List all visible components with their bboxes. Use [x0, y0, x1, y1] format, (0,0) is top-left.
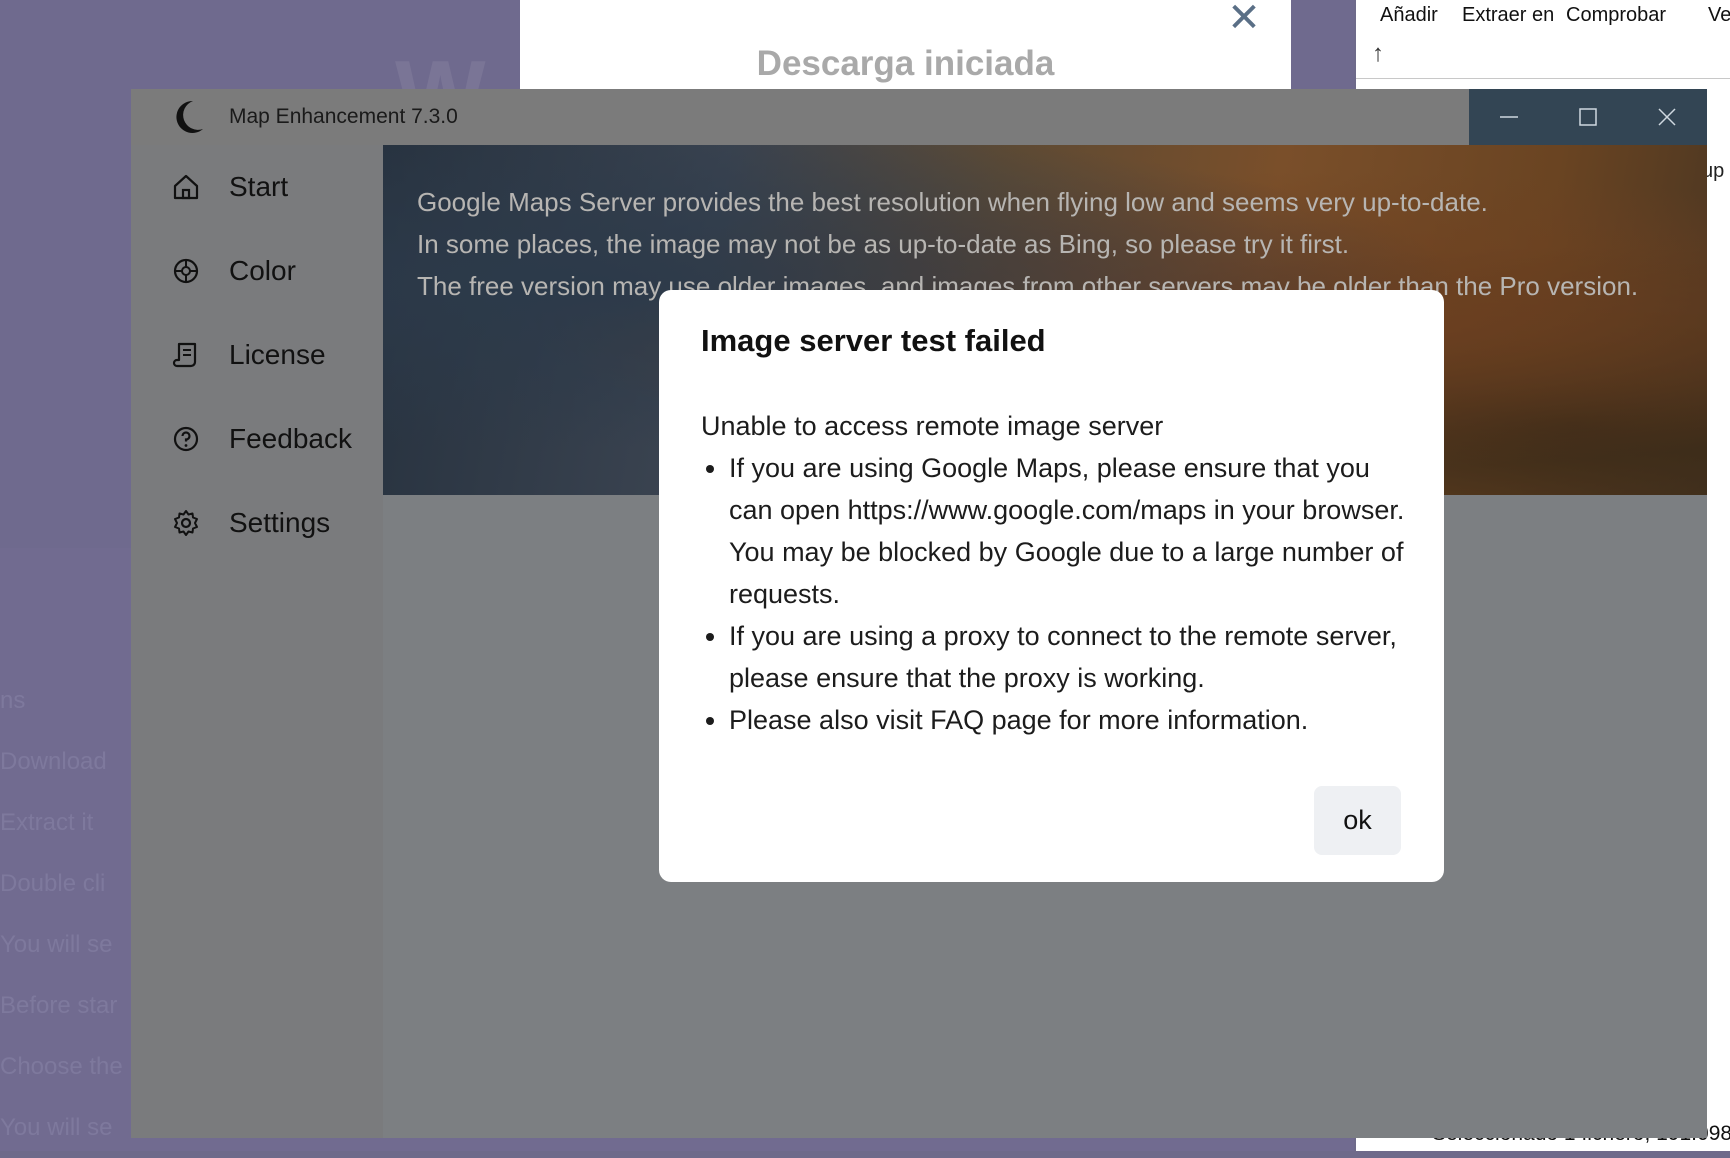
banner-line: In some places, the image may not be as …: [417, 229, 1350, 259]
background-line: You will se: [0, 1114, 113, 1141]
background-line: Download: [0, 748, 107, 775]
moon-logo-icon: [176, 100, 203, 133]
sidebar-item-start[interactable]: Start: [171, 167, 288, 207]
sidebar-item-label: Start: [229, 171, 289, 202]
sidebar-item-label: License: [229, 339, 326, 370]
minimize-icon[interactable]: [1469, 89, 1548, 145]
map-enhancement-window: Map Enhancement 7.3.0 Start Color Licens…: [131, 89, 1707, 1138]
license-icon: [172, 342, 197, 368]
sidebar-item-label: Feedback: [229, 423, 352, 454]
list-item: If you are using Google Maps, please ens…: [729, 447, 1411, 615]
sidebar-item-license[interactable]: License: [171, 335, 326, 375]
sidebar-item-label: Color: [229, 255, 296, 286]
home-icon: [173, 174, 199, 200]
background-instructions: ns Download Extract it Double cli You wi…: [0, 670, 140, 1158]
background-line: Before star: [0, 992, 118, 1019]
banner-text: Google Maps Server provides the best res…: [417, 181, 1677, 307]
dialog-bullet-list: If you are using Google Maps, please ens…: [701, 447, 1411, 741]
background-line: ns: [0, 687, 26, 714]
close-icon[interactable]: [1628, 89, 1707, 145]
dialog-intro: Unable to access remote image server: [701, 411, 1164, 441]
sidebar: Start Color License Feedback Settings: [131, 145, 383, 1138]
sidebar-item-color[interactable]: Color: [171, 251, 296, 291]
explorer-toolbar: Añadir Extraer en Comprobar Ve ↑: [1356, 0, 1730, 79]
window-title: Map Enhancement 7.3.0: [229, 105, 458, 128]
dialog-title: Image server test failed: [701, 323, 1046, 358]
window-controls: [1469, 89, 1707, 145]
gear-icon: [174, 510, 198, 536]
background-line: Extract it: [0, 809, 94, 836]
background-line: Choose the: [0, 1053, 123, 1080]
ok-button[interactable]: ok: [1314, 786, 1401, 855]
dialog-body: Unable to access remote image server If …: [701, 405, 1411, 741]
sidebar-item-feedback[interactable]: Feedback: [171, 419, 352, 459]
error-dialog: Image server test failed Unable to acces…: [659, 290, 1444, 882]
help-circle-icon: [173, 426, 199, 452]
list-item: If you are using a proxy to connect to t…: [729, 615, 1411, 699]
download-started-title: Descarga iniciada: [756, 44, 1055, 83]
list-item: Please also visit FAQ page for more info…: [729, 699, 1411, 741]
test-button[interactable]: Comprobar: [1566, 4, 1666, 27]
download-started-popup: Descarga iniciada: [520, 0, 1291, 92]
download-popup-close-icon[interactable]: ✕: [1226, 0, 1262, 38]
view-button[interactable]: Ve: [1708, 4, 1730, 27]
up-arrow-icon[interactable]: ↑: [1372, 40, 1384, 68]
title-bar[interactable]: Map Enhancement 7.3.0: [131, 89, 1707, 145]
sidebar-item-settings[interactable]: Settings: [171, 503, 330, 543]
sidebar-item-label: Settings: [229, 507, 331, 538]
background-line: You will se: [0, 931, 113, 958]
add-button[interactable]: Añadir: [1380, 4, 1438, 27]
banner-line: Google Maps Server provides the best res…: [417, 187, 1488, 217]
palette-icon: [173, 258, 199, 284]
background-line: Double cli: [0, 870, 106, 897]
maximize-icon[interactable]: [1548, 89, 1627, 145]
extract-to-button[interactable]: Extraer en: [1462, 4, 1554, 27]
